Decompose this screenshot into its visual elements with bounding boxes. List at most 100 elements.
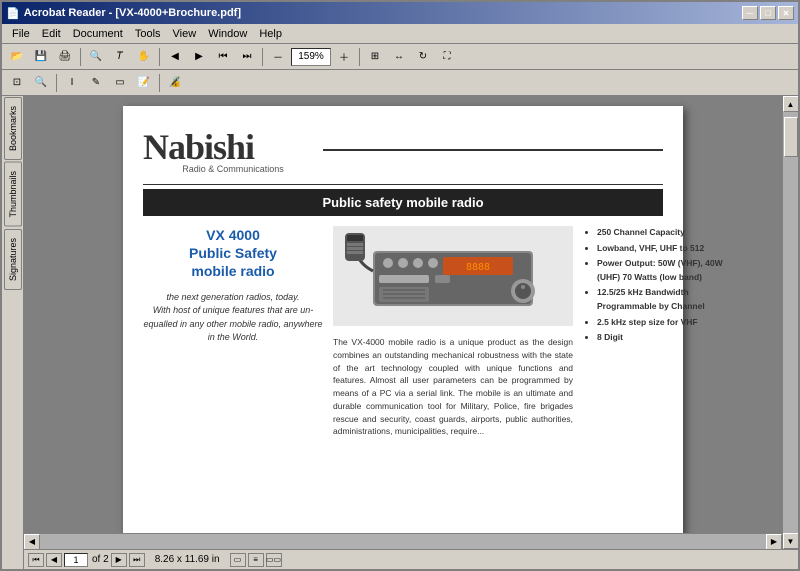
horizontal-scrollbar: ◀ ▶ — [24, 533, 782, 549]
logo-text: Nabishi — [143, 126, 323, 168]
save-button[interactable]: 💾 — [30, 47, 52, 67]
spec-item-6: 8 Digit — [597, 331, 723, 345]
menu-window[interactable]: Window — [202, 26, 253, 42]
separator-1 — [80, 48, 81, 66]
menu-help[interactable]: Help — [253, 26, 288, 42]
spec-item-4: 12.5/25 kHz Bandwidth Programmable by Ch… — [597, 286, 723, 313]
menu-document[interactable]: Document — [67, 26, 129, 42]
markup-button[interactable]: ✎ — [85, 73, 107, 93]
select-button[interactable]: 𝑇 — [109, 47, 131, 67]
separator-5 — [56, 74, 57, 92]
menu-view[interactable]: View — [167, 26, 203, 42]
rotate-button[interactable]: ↻ — [412, 47, 434, 67]
text-select-button[interactable]: I — [61, 73, 83, 93]
pdf-page: Nabishi Radio & Communications Public sa… — [123, 106, 683, 533]
toolbar-2: ⊡ 🔍 I ✎ ▭ 📝 🔏 — [2, 70, 798, 96]
zoom-out-button[interactable]: － — [267, 47, 289, 67]
menu-bar: File Edit Document Tools View Window Hel… — [2, 24, 798, 44]
svg-text:8888: 8888 — [466, 262, 490, 273]
page-dimensions: 8.26 x 11.69 in — [155, 554, 220, 565]
h-scroll-track[interactable] — [40, 534, 766, 550]
v-scroll-track[interactable] — [783, 112, 799, 533]
fit-width-button[interactable]: ↔ — [388, 47, 410, 67]
pdf-scroll-area: Nabishi Radio & Communications Public sa… — [24, 96, 782, 533]
separator-3 — [262, 48, 263, 66]
find-button[interactable]: 🔍 — [85, 47, 107, 67]
stamp-button[interactable]: 🔏 — [164, 73, 186, 93]
right-column: 250 Channel Capacity Lowband, VHF, UHF t… — [583, 226, 723, 438]
title-bar: 📄 Acrobat Reader - [VX-4000+Brochure.pdf… — [2, 2, 798, 24]
signatures-tab[interactable]: Signatures — [4, 229, 22, 290]
prev-page-button[interactable]: ◀ — [164, 47, 186, 67]
app-icon: 📄 — [6, 7, 20, 20]
left-column: VX 4000 Public Safety mobile radio the n… — [143, 226, 323, 438]
highlight-button[interactable]: ▭ — [109, 73, 131, 93]
spec-item-1: 250 Channel Capacity — [597, 226, 723, 240]
menu-edit[interactable]: Edit — [36, 26, 67, 42]
menu-file[interactable]: File — [6, 26, 36, 42]
product-body-text: The VX-4000 mobile radio is a unique pro… — [333, 336, 573, 438]
status-bar: ⏮ ◀ of 2 ▶ ⏭ 8.26 x 11.69 in ▭ ≡ ▭▭ — [24, 549, 798, 569]
center-column: 8888 — [333, 226, 573, 438]
prev-page-nav-button[interactable]: ◀ — [46, 553, 62, 567]
bookmarks-tab[interactable]: Bookmarks — [4, 97, 22, 160]
fullscreen-button[interactable]: ⛶ — [436, 47, 458, 67]
zoom-select-button[interactable]: 🔍 — [30, 73, 52, 93]
main-content: Bookmarks Thumbnails Signatures Nabishi — [2, 96, 798, 569]
scroll-right-button[interactable]: ▶ — [766, 534, 782, 550]
left-panel-tabs: Bookmarks Thumbnails Signatures — [2, 96, 24, 569]
pdf-header: Nabishi Radio & Communications — [143, 126, 663, 174]
fit-page-button[interactable]: ⊞ — [364, 47, 386, 67]
first-page-nav-button[interactable]: ⏮ — [28, 553, 44, 567]
select-all-button[interactable]: ⊡ — [6, 73, 28, 93]
minimize-button[interactable]: ─ — [742, 6, 758, 20]
note-button[interactable]: 📝 — [133, 73, 155, 93]
print-button[interactable]: 🖨 — [54, 47, 76, 67]
zoom-in-button[interactable]: ＋ — [333, 47, 355, 67]
main-window: 📄 Acrobat Reader - [VX-4000+Brochure.pdf… — [0, 0, 800, 571]
facing-button[interactable]: ▭▭ — [266, 553, 282, 567]
page-navigation: ⏮ ◀ of 2 ▶ ⏭ — [28, 553, 145, 567]
menu-tools[interactable]: Tools — [129, 26, 167, 42]
separator-2 — [159, 48, 160, 66]
single-page-button[interactable]: ▭ — [230, 553, 246, 567]
spec-item-3: Power Output: 50W (VHF), 40W (UHF) 70 Wa… — [597, 257, 723, 284]
scroll-down-button[interactable]: ▼ — [783, 533, 799, 549]
spec-item-2: Lowband, VHF, UHF to 512 — [597, 242, 723, 256]
next-page-nav-button[interactable]: ▶ — [111, 553, 127, 567]
separator-4 — [359, 48, 360, 66]
page-total: of 2 — [92, 554, 109, 565]
specs-list: 250 Channel Capacity Lowband, VHF, UHF t… — [583, 226, 723, 345]
product-description: the next generation radios, today. With … — [143, 291, 323, 345]
logo-area: Nabishi Radio & Communications — [143, 126, 323, 174]
scroll-up-button[interactable]: ▲ — [783, 96, 799, 112]
radio-svg: 8888 — [343, 231, 563, 321]
next-page-button[interactable]: ▶ — [188, 47, 210, 67]
window-title: Acrobat Reader - [VX-4000+Brochure.pdf] — [24, 7, 241, 19]
close-button[interactable]: ✕ — [778, 6, 794, 20]
zoom-input[interactable] — [291, 48, 331, 66]
separator-6 — [159, 74, 160, 92]
open-button[interactable]: 📂 — [6, 47, 28, 67]
hand-button[interactable]: ✋ — [133, 47, 155, 67]
radio-image: 8888 — [333, 226, 573, 326]
view-mode-buttons: ▭ ≡ ▭▭ — [230, 553, 282, 567]
thumbnails-tab[interactable]: Thumbnails — [4, 162, 22, 227]
pdf-viewer: Nabishi Radio & Communications Public sa… — [24, 96, 782, 549]
toolbar-1: 📂 💾 🖨 🔍 𝑇 ✋ ◀ ▶ ⏮ ⏭ － ＋ ⊞ ↔ ↻ ⛶ — [2, 44, 798, 70]
header-divider — [323, 149, 663, 151]
vertical-scrollbar: ▲ ▼ — [782, 96, 798, 549]
first-page-button[interactable]: ⏮ — [212, 47, 234, 67]
header-line — [143, 184, 663, 185]
scroll-left-button[interactable]: ◀ — [24, 534, 40, 550]
maximize-button[interactable]: □ — [760, 6, 776, 20]
scroll-thumb[interactable] — [784, 117, 798, 157]
page-number-input[interactable] — [64, 553, 88, 567]
product-title: VX 4000 Public Safety mobile radio — [143, 226, 323, 281]
product-banner: Public safety mobile radio — [143, 189, 663, 216]
pdf-body: VX 4000 Public Safety mobile radio the n… — [143, 226, 663, 438]
last-page-button[interactable]: ⏭ — [236, 47, 258, 67]
continuous-button[interactable]: ≡ — [248, 553, 264, 567]
spec-item-5: 2.5 kHz step size for VHF — [597, 316, 723, 330]
last-page-nav-button[interactable]: ⏭ — [129, 553, 145, 567]
